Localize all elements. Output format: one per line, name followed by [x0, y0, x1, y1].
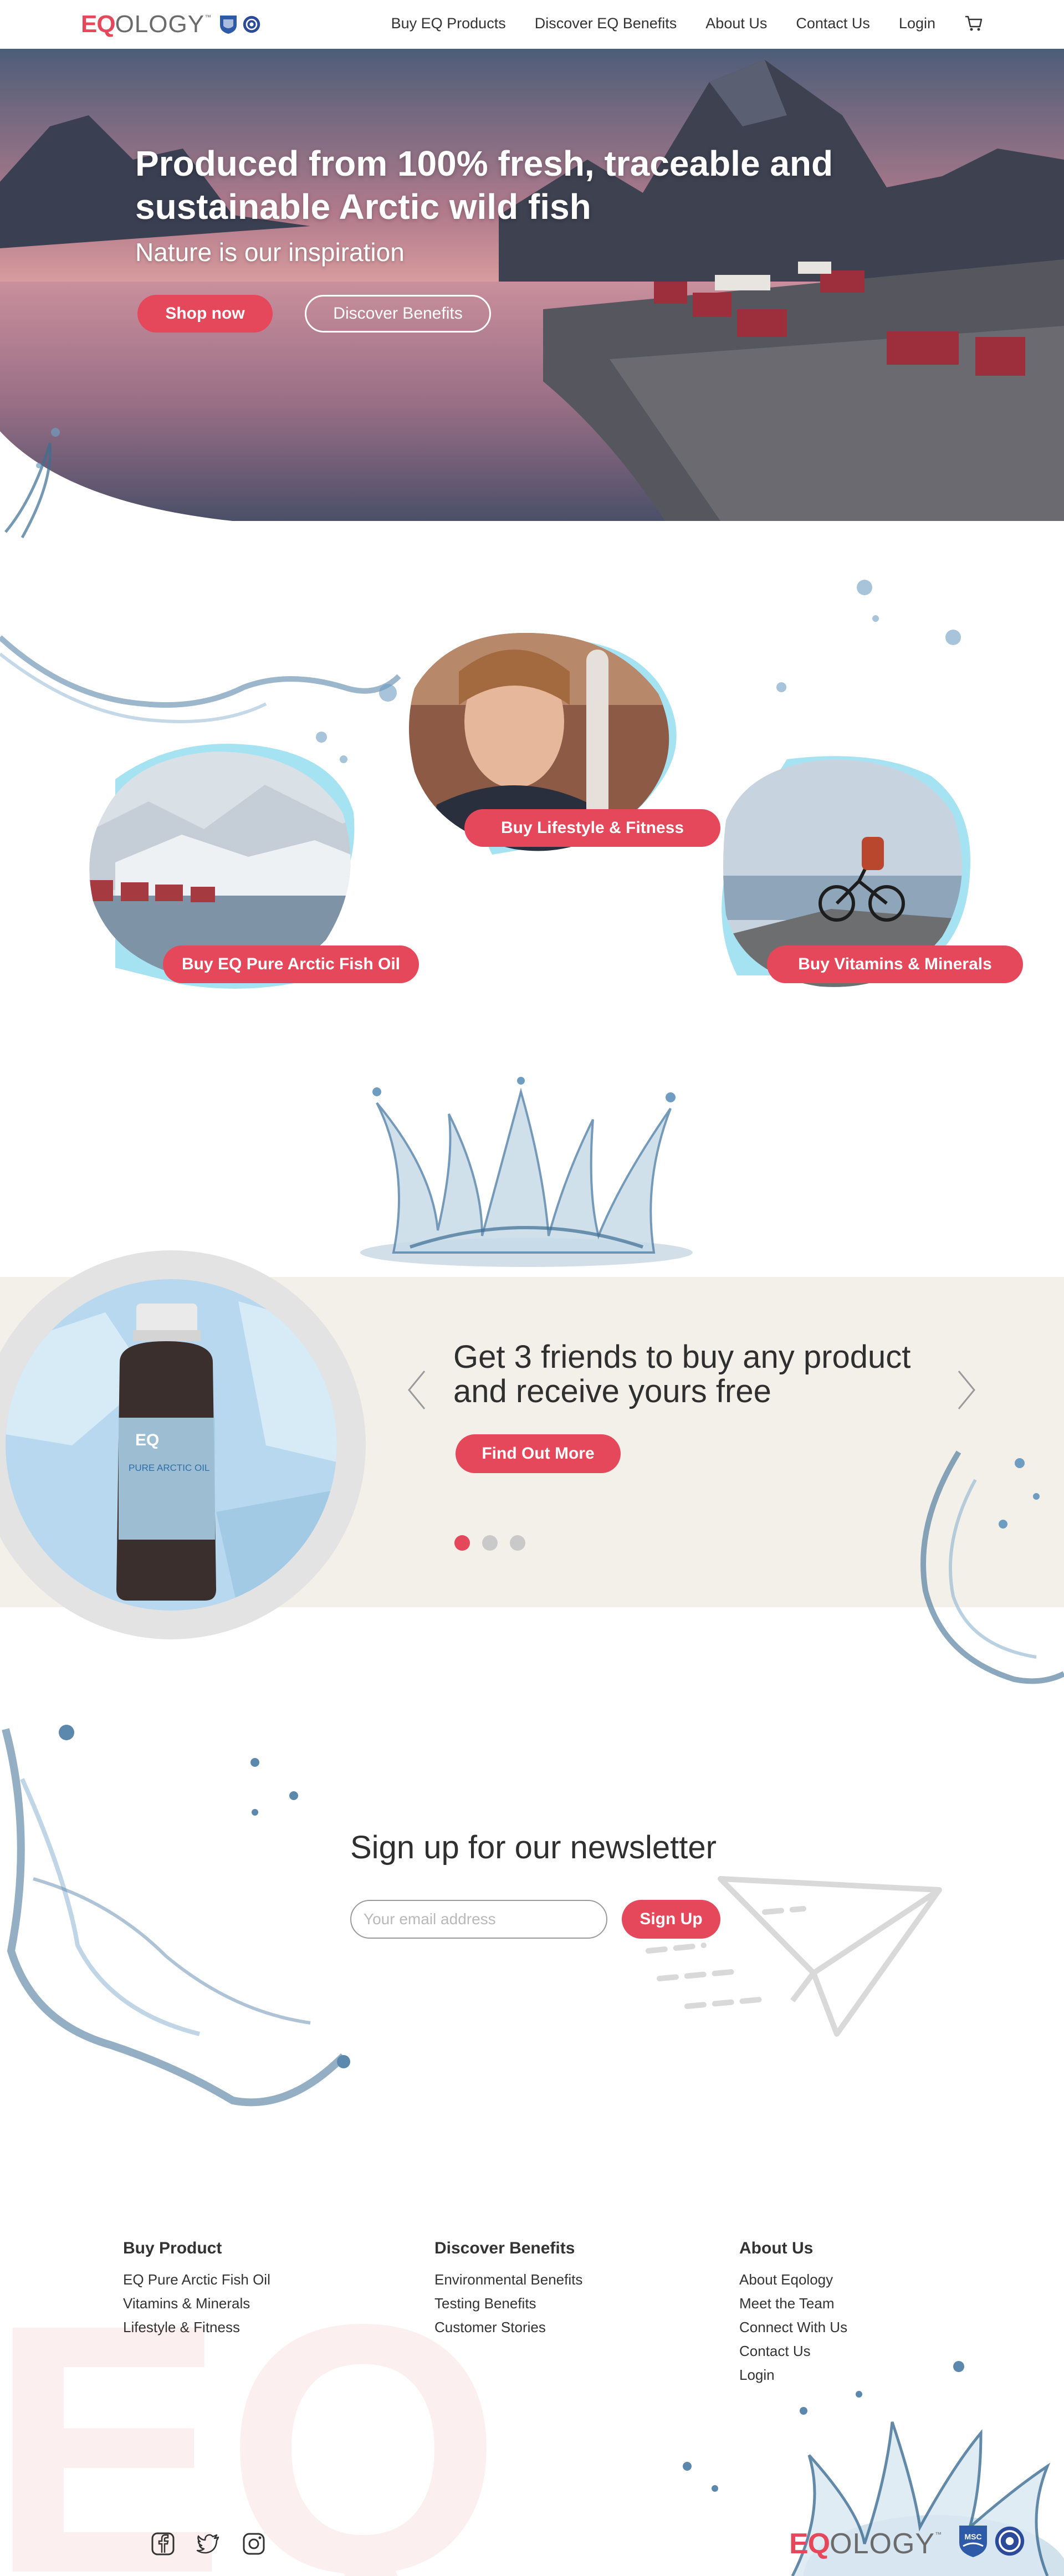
footer-link-environmental[interactable]: Environmental Benefits: [434, 2268, 582, 2292]
hero-text: Produced from 100% fresh, traceable and …: [135, 142, 911, 267]
newsletter-email-input[interactable]: [350, 1900, 607, 1939]
shop-now-button[interactable]: Shop now: [137, 295, 273, 333]
newsletter-signup-button[interactable]: Sign Up: [622, 1900, 720, 1939]
hero-buttons: Shop now Discover Benefits: [137, 295, 491, 333]
hero-title: Produced from 100% fresh, traceable and …: [135, 144, 833, 227]
carousel-dot-1[interactable]: [454, 1535, 470, 1551]
footer-logo-tm: ™: [935, 2531, 942, 2538]
logo-eq: EQ: [81, 11, 116, 38]
footer-link-about-eqology[interactable]: About Eqology: [739, 2268, 847, 2292]
bottle-label-text: PURE ARCTIC OIL: [129, 1463, 209, 1473]
twitter-icon[interactable]: [196, 2532, 221, 2556]
footer-heading-about-us: About Us: [739, 2239, 814, 2257]
promo-title: Get 3 friends to buy any product and rec…: [453, 1339, 911, 1409]
shield-badge-icon: [220, 16, 237, 34]
carousel-next-arrow[interactable]: [955, 1368, 978, 1412]
footer-link-meet-team[interactable]: Meet the Team: [739, 2292, 847, 2316]
footer-col-about-us: About Us About Eqology Meet the Team Con…: [739, 2239, 847, 2387]
msc-badge-text: MSC: [964, 2532, 981, 2541]
footer-link-testing[interactable]: Testing Benefits: [434, 2292, 582, 2316]
facebook-icon[interactable]: [151, 2532, 175, 2556]
carousel-dot-2[interactable]: [482, 1535, 498, 1551]
footer-heading-discover-benefits: Discover Benefits: [434, 2239, 575, 2257]
footer-logo-eq: EQ: [789, 2528, 830, 2560]
nav-about-us[interactable]: About Us: [705, 15, 767, 32]
footer-certification-badges: MSC: [958, 2524, 1025, 2558]
footer-col-buy-product: Buy Product EQ Pure Arctic Fish Oil Vita…: [123, 2239, 270, 2339]
hero-banner: Produced from 100% fresh, traceable and …: [0, 49, 1064, 521]
fish-oil-bottle-image: EQ PURE ARCTIC OIL: [6, 1279, 337, 1611]
find-out-more-button[interactable]: Find Out More: [456, 1434, 621, 1473]
category-vitamins-minerals[interactable]: Buy Vitamins & Minerals: [720, 754, 1023, 998]
cart-icon[interactable]: [964, 14, 983, 32]
newsletter-splash-left: [2, 1725, 350, 2107]
certification-badges: [219, 14, 261, 35]
footer-heading-buy-product: Buy Product: [123, 2239, 222, 2257]
footer-link-contact[interactable]: Contact Us: [739, 2339, 847, 2363]
logo-ology: OLOGY: [115, 11, 205, 38]
footer-col-discover-benefits: Discover Benefits Environmental Benefits…: [434, 2239, 582, 2339]
carousel-dot-3[interactable]: [510, 1535, 525, 1551]
footer-link-connect[interactable]: Connect With Us: [739, 2316, 847, 2339]
footer-eqology-logo[interactable]: EQ OLOGY ™: [789, 2527, 942, 2560]
social-links: [151, 2532, 266, 2556]
category-lifestyle-fitness[interactable]: Buy Lifestyle & Fitness: [403, 627, 720, 871]
site-header: EQ OLOGY ™ Buy EQ Products Discover EQ B…: [0, 0, 1064, 49]
nav-buy-eq-products[interactable]: Buy EQ Products: [391, 15, 506, 32]
buy-vitamins-minerals-button[interactable]: Buy Vitamins & Minerals: [767, 945, 1023, 983]
eqology-logo[interactable]: EQ OLOGY ™: [81, 10, 261, 39]
nav-contact-us[interactable]: Contact Us: [796, 15, 870, 32]
instagram-icon[interactable]: [242, 2532, 266, 2556]
footer-link-fish-oil[interactable]: EQ Pure Arctic Fish Oil: [123, 2268, 270, 2292]
hero-subtitle: Nature is our inspiration: [135, 238, 405, 267]
discover-benefits-button[interactable]: Discover Benefits: [305, 295, 491, 333]
footer-link-lifestyle[interactable]: Lifestyle & Fitness: [123, 2316, 270, 2339]
promo-product-image: EQ PURE ARCTIC OIL: [6, 1279, 337, 1611]
hero-landscape-image: [0, 49, 1064, 521]
logo-tm: ™: [204, 13, 212, 21]
round-badge-icon: [243, 16, 260, 33]
footer-link-customer-stories[interactable]: Customer Stories: [434, 2316, 582, 2339]
newsletter-title: Sign up for our newsletter: [350, 1829, 717, 1865]
buy-fish-oil-button[interactable]: Buy EQ Pure Arctic Fish Oil: [163, 945, 419, 983]
msc-badge-icon: MSC: [959, 2526, 987, 2557]
category-fish-oil[interactable]: Buy EQ Pure Arctic Fish Oil: [82, 735, 419, 995]
carousel-dots: [454, 1535, 525, 1551]
footer-logo-ology: OLOGY: [830, 2528, 935, 2560]
paper-plane-icon: [646, 1876, 942, 2037]
bottle-brand-text: EQ: [135, 1431, 159, 1449]
round-cert-badge-icon: [995, 2526, 1025, 2556]
footer-link-vitamins[interactable]: Vitamins & Minerals: [123, 2292, 270, 2316]
droplets-decoration: [776, 580, 961, 692]
carousel-prev-arrow[interactable]: [406, 1368, 428, 1412]
nav-discover-benefits[interactable]: Discover EQ Benefits: [535, 15, 677, 32]
footer-link-login[interactable]: Login: [739, 2363, 847, 2387]
nav-login[interactable]: Login: [899, 15, 935, 32]
main-nav: Buy EQ Products Discover EQ Benefits Abo…: [391, 14, 983, 32]
water-crown-splash: [360, 1077, 693, 1267]
buy-lifestyle-fitness-button[interactable]: Buy Lifestyle & Fitness: [464, 809, 720, 847]
